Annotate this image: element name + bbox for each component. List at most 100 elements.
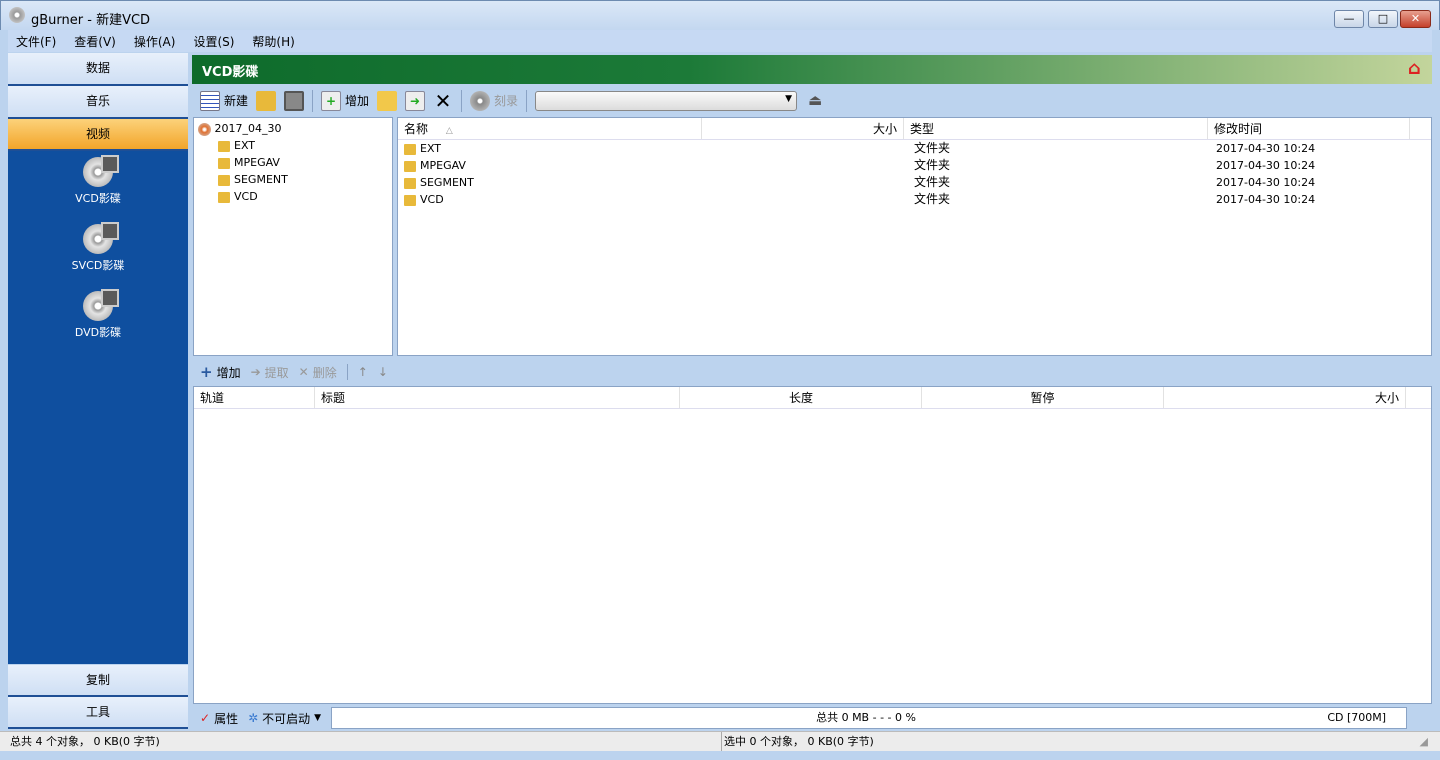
status-bar: 总共 4 个对象， 0 KB(0 字节) 选中 0 个对象， 0 KB(0 字节…	[0, 731, 1440, 751]
col-title[interactable]: 标题	[315, 387, 680, 408]
tree-item[interactable]: MPEGAV	[198, 154, 388, 171]
boot-dropdown[interactable]: ✲ 不可启动 ▼	[248, 710, 321, 727]
home-icon[interactable]: ⌂	[1408, 59, 1428, 79]
col-track[interactable]: 轨道	[194, 387, 315, 408]
vcd-disc-icon	[83, 155, 119, 187]
new-doc-icon	[200, 90, 220, 111]
new-button[interactable]: 新建	[200, 90, 248, 111]
track-table-header: 轨道 标题 长度 暂停 大小	[194, 387, 1431, 409]
file-modified: 2017-04-30 10:24	[1216, 142, 1316, 155]
file-name: MPEGAV	[420, 159, 466, 172]
folder-icon	[404, 194, 416, 206]
sidebar-item-video[interactable]: 视频	[8, 119, 188, 151]
resize-grip-icon[interactable]: ◢	[1420, 732, 1428, 751]
file-type: 文件夹	[914, 141, 951, 155]
col-type[interactable]: 类型	[904, 118, 1208, 139]
col-length[interactable]: 长度	[680, 387, 922, 408]
sidebar-item-data[interactable]: 数据	[8, 53, 188, 86]
track-toolbar: + 增加 ➔ 提取 ✕ 删除 ↑ ↓	[192, 361, 1432, 383]
properties-icon: ✓	[200, 711, 211, 725]
track-table: 轨道 标题 长度 暂停 大小	[193, 386, 1432, 704]
menu-help[interactable]: 帮助(H)	[252, 33, 294, 50]
open-folder-icon[interactable]	[256, 90, 277, 111]
file-type: 文件夹	[914, 175, 951, 189]
tree-item[interactable]: VCD	[198, 188, 388, 205]
file-size	[702, 191, 904, 208]
file-row[interactable]: MPEGAV 文件夹 2017-04-30 10:24	[398, 157, 1431, 174]
status-right: 选中 0 个对象， 0 KB(0 字节)	[721, 732, 874, 751]
file-name: SEGMENT	[420, 176, 474, 189]
burn-disc-icon	[470, 90, 491, 111]
file-list: 名称 △ 大小 类型 修改时间 EXT 文件夹 2017-04-30 10:24 MP…	[397, 117, 1432, 356]
drive-select[interactable]: ▼	[535, 90, 798, 111]
track-extract-button[interactable]: ➔ 提取	[251, 364, 289, 381]
toolbar: 新建 + 增加 ➜ ✕ 刻录 ▼ ⏏	[192, 86, 1432, 115]
title-bar: gBurner - 新建VCD — □ ✕	[0, 0, 1440, 30]
menu-view[interactable]: 查看(V)	[74, 33, 116, 50]
file-size	[702, 157, 904, 174]
file-row[interactable]: EXT 文件夹 2017-04-30 10:24	[398, 140, 1431, 157]
burn-button[interactable]: 刻录	[470, 90, 518, 111]
add-files-icon: +	[321, 90, 342, 111]
app-icon	[9, 7, 25, 23]
col-modified[interactable]: 修改时间	[1208, 118, 1410, 139]
col-pause[interactable]: 暂停	[922, 387, 1164, 408]
maximize-button[interactable]: □	[1368, 10, 1398, 28]
menu-action[interactable]: 操作(A)	[134, 33, 176, 50]
file-modified: 2017-04-30 10:24	[1216, 193, 1316, 206]
tree-root[interactable]: 2017_04_30	[198, 120, 388, 137]
bottom-bar: ✓ 属性 ✲ 不可启动 ▼ 总共 0 MB - - - 0 % CD [700M]	[192, 706, 1432, 730]
sort-asc-icon: △	[445, 126, 453, 136]
move-up-icon[interactable]: ↑	[358, 365, 368, 379]
capacity-bar: 总共 0 MB - - - 0 % CD [700M]	[331, 707, 1408, 729]
file-name: VCD	[420, 193, 444, 206]
save-icon[interactable]	[284, 90, 305, 111]
menu-settings[interactable]: 设置(S)	[193, 33, 234, 50]
menu-file[interactable]: 文件(F)	[16, 33, 56, 50]
minimize-button[interactable]: —	[1334, 10, 1364, 28]
vcd-item[interactable]: VCD影碟	[8, 155, 188, 206]
chevron-down-icon: ▼	[785, 93, 793, 104]
svcd-item[interactable]: SVCD影碟	[8, 222, 188, 273]
disc-icon	[198, 122, 211, 136]
dvd-disc-icon	[83, 289, 119, 321]
sidebar-item-music[interactable]: 音乐	[8, 86, 188, 119]
delete-icon[interactable]: ✕	[433, 91, 453, 111]
move-down-icon[interactable]: ↓	[378, 365, 388, 379]
new-folder-icon[interactable]	[377, 90, 398, 111]
file-size	[702, 174, 904, 191]
close-button[interactable]: ✕	[1400, 10, 1431, 28]
folder-icon	[404, 160, 416, 172]
add-button[interactable]: + 增加	[321, 90, 369, 111]
boot-icon: ✲	[248, 711, 259, 725]
properties-button[interactable]: ✓ 属性	[200, 710, 238, 727]
move-icon[interactable]: ➜	[405, 90, 426, 111]
divider	[312, 89, 314, 112]
eject-icon[interactable]: ⏏	[805, 91, 825, 111]
file-type: 文件夹	[914, 192, 951, 206]
folder-icon	[218, 174, 230, 186]
file-name: EXT	[420, 142, 442, 155]
col-size[interactable]: 大小	[702, 118, 904, 139]
track-delete-button[interactable]: ✕ 删除	[299, 364, 337, 381]
track-add-button[interactable]: + 增加	[200, 363, 241, 381]
arrow-right-icon: ➔	[250, 365, 261, 379]
tree-item[interactable]: SEGMENT	[198, 171, 388, 188]
total-text: 总共 0 MB - - - 0 %	[816, 711, 916, 724]
col-name[interactable]: 名称 △	[398, 118, 702, 139]
sidebar-item-tools[interactable]: 工具	[8, 697, 188, 729]
dvd-item[interactable]: DVD影碟	[8, 289, 188, 340]
folder-icon	[404, 177, 416, 189]
file-size	[702, 140, 904, 157]
status-left: 总共 4 个对象， 0 KB(0 字节)	[10, 735, 160, 748]
chevron-down-icon: ▼	[314, 713, 322, 723]
file-row[interactable]: VCD 文件夹 2017-04-30 10:24	[398, 191, 1431, 208]
divider	[346, 364, 348, 380]
menu-bar: 文件(F) 查看(V) 操作(A) 设置(S) 帮助(H)	[8, 30, 1432, 52]
folder-icon	[218, 157, 230, 169]
sidebar-item-copy[interactable]: 复制	[8, 665, 188, 697]
file-row[interactable]: SEGMENT 文件夹 2017-04-30 10:24	[398, 174, 1431, 191]
folder-icon	[404, 143, 416, 155]
tree-item[interactable]: EXT	[198, 137, 388, 154]
col-track-size[interactable]: 大小	[1164, 387, 1406, 408]
